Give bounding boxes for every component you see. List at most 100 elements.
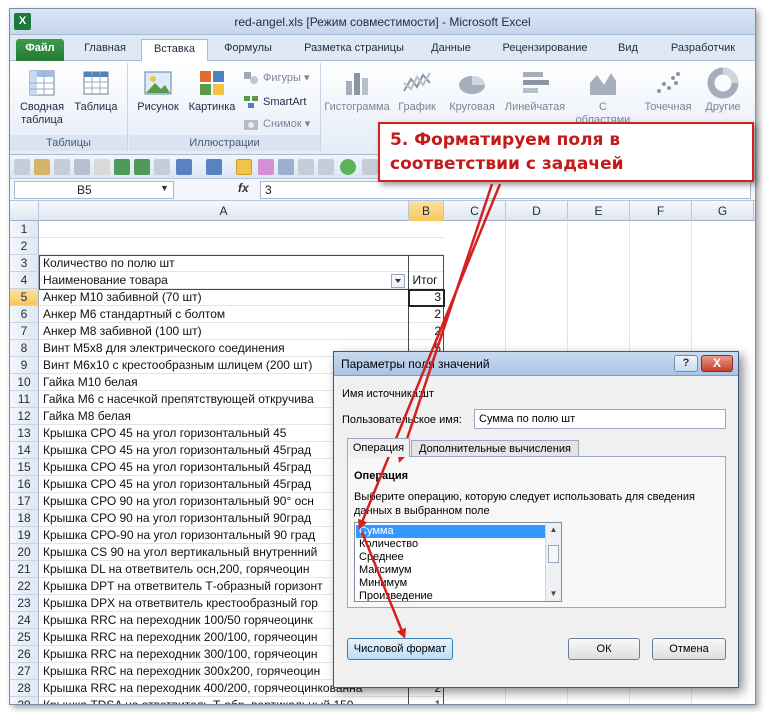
tab-developer[interactable]: Разработчик: [658, 39, 748, 61]
formula-input[interactable]: 3: [260, 181, 751, 199]
cancel-button[interactable]: Отмена: [652, 638, 726, 660]
listbox-scrollbar[interactable]: ▲ ▼: [545, 523, 561, 601]
pivot-table-button[interactable]: Сводная таблица: [14, 67, 70, 127]
screenshot-button[interactable]: Снимок ▾: [243, 115, 310, 133]
tab-data[interactable]: Данные: [421, 39, 481, 61]
list-item[interactable]: Среднее: [356, 551, 546, 564]
row-header[interactable]: 24: [10, 612, 39, 629]
toolbar-icon-1[interactable]: [14, 159, 30, 175]
list-item[interactable]: Минимум: [356, 577, 546, 590]
cell-a[interactable]: [39, 238, 409, 255]
undo-icon[interactable]: [176, 159, 192, 175]
select-all-corner[interactable]: [10, 201, 39, 221]
row-header[interactable]: 4: [10, 272, 39, 289]
cell-b[interactable]: [409, 221, 444, 238]
cell-a[interactable]: Анкер М6 стандартный с болтом: [39, 306, 409, 323]
column-header-g[interactable]: G: [692, 201, 754, 221]
toolbar-icon-9[interactable]: [298, 159, 314, 175]
column-header-a[interactable]: A: [39, 201, 409, 221]
row-header[interactable]: 15: [10, 459, 39, 476]
tab-file[interactable]: Файл: [16, 39, 64, 61]
row-header[interactable]: 2: [10, 238, 39, 255]
tab-review[interactable]: Рецензирование: [489, 39, 601, 61]
cell-a[interactable]: [39, 221, 409, 238]
toolbar-icon-2[interactable]: [34, 159, 50, 175]
line-chart-button[interactable]: График: [394, 67, 440, 114]
scroll-down-icon[interactable]: ▼: [546, 587, 561, 601]
help-button[interactable]: ?: [674, 355, 698, 372]
shapes-button[interactable]: Фигуры ▾: [243, 69, 310, 87]
row-header[interactable]: 17: [10, 493, 39, 510]
row-header[interactable]: 9: [10, 357, 39, 374]
tab-operation[interactable]: Операция: [347, 438, 410, 457]
row-header[interactable]: 19: [10, 527, 39, 544]
other-charts-button[interactable]: Другие: [700, 67, 746, 114]
scroll-thumb[interactable]: [548, 545, 559, 563]
list-item[interactable]: Количество: [356, 538, 546, 551]
bar-chart-button[interactable]: Линейчатая: [502, 67, 568, 114]
row-header[interactable]: 29: [10, 697, 39, 704]
row-header[interactable]: 14: [10, 442, 39, 459]
ok-button[interactable]: ОК: [568, 638, 640, 660]
row-header[interactable]: 22: [10, 578, 39, 595]
list-item[interactable]: Сумма: [356, 525, 546, 538]
row-header[interactable]: 7: [10, 323, 39, 340]
row-header[interactable]: 1: [10, 221, 39, 238]
filter-dropdown-icon[interactable]: [391, 274, 405, 288]
row-header[interactable]: 21: [10, 561, 39, 578]
row-header[interactable]: 23: [10, 595, 39, 612]
row-header[interactable]: 5: [10, 289, 39, 306]
tab-formulas[interactable]: Формулы: [213, 39, 283, 61]
function-icon[interactable]: fx: [238, 181, 249, 195]
row-header[interactable]: 12: [10, 408, 39, 425]
toolbar-icon-11[interactable]: [362, 159, 378, 175]
row-header[interactable]: 28: [10, 680, 39, 697]
smartart-button[interactable]: SmartArt: [243, 93, 306, 111]
name-box-dropdown-icon[interactable]: ▼: [160, 183, 169, 193]
row-header[interactable]: 11: [10, 391, 39, 408]
column-header-d[interactable]: D: [506, 201, 568, 221]
tab-page-layout[interactable]: Разметка страницы: [289, 39, 419, 61]
column-header-f[interactable]: F: [630, 201, 692, 221]
toolbar-icon-4[interactable]: [74, 159, 90, 175]
cell-b[interactable]: [409, 238, 444, 255]
column-header-e[interactable]: E: [568, 201, 630, 221]
operation-listbox[interactable]: Сумма Количество Среднее Максимум Миниму…: [354, 522, 562, 602]
toolbar-icon-7[interactable]: [258, 159, 274, 175]
toolbar-circle-icon[interactable]: [340, 159, 356, 175]
tab-view[interactable]: Вид: [610, 39, 646, 61]
row-header[interactable]: 18: [10, 510, 39, 527]
lock-icon[interactable]: [236, 159, 252, 175]
row-header[interactable]: 20: [10, 544, 39, 561]
clipart-button[interactable]: Картинка: [185, 67, 239, 114]
scatter-chart-button[interactable]: Точечная: [638, 67, 698, 114]
pie-chart-button[interactable]: Круговая: [444, 67, 500, 114]
area-chart-button[interactable]: С областями: [572, 67, 634, 127]
row-header[interactable]: 10: [10, 374, 39, 391]
row-header[interactable]: 6: [10, 306, 39, 323]
histogram-chart-button[interactable]: Гистограмма: [324, 67, 390, 114]
toolbar-icon-8[interactable]: [278, 159, 294, 175]
picture-button[interactable]: Рисунок: [133, 67, 183, 114]
column-header-b[interactable]: B: [409, 201, 444, 221]
custom-name-input[interactable]: Сумма по полю шт: [474, 409, 726, 429]
toolbar-excel-icon[interactable]: [114, 159, 130, 175]
cell-a[interactable]: Крышка TDSA на ответвитель Т-обр. вертик…: [39, 697, 409, 704]
toolbar-icon-3[interactable]: [54, 159, 70, 175]
table-button[interactable]: Таблица: [70, 67, 122, 114]
row-header[interactable]: 26: [10, 646, 39, 663]
row-header[interactable]: 27: [10, 663, 39, 680]
toolbar-icon-5[interactable]: [94, 159, 110, 175]
cell-a[interactable]: Анкер М10 забивной (70 шт): [39, 289, 409, 306]
toolbar-icon-10[interactable]: [318, 159, 334, 175]
row-header[interactable]: 8: [10, 340, 39, 357]
row-header[interactable]: 16: [10, 476, 39, 493]
name-box[interactable]: B5: [14, 181, 174, 199]
tab-home[interactable]: Главная: [72, 39, 138, 61]
column-header-c[interactable]: C: [444, 201, 506, 221]
scroll-up-icon[interactable]: ▲: [546, 523, 561, 537]
number-format-button[interactable]: Числовой формат: [347, 638, 453, 660]
toolbar-icon-6[interactable]: [154, 159, 170, 175]
close-button[interactable]: X: [701, 355, 733, 372]
cell-a[interactable]: Анкер М8 забивной (100 шт): [39, 323, 409, 340]
